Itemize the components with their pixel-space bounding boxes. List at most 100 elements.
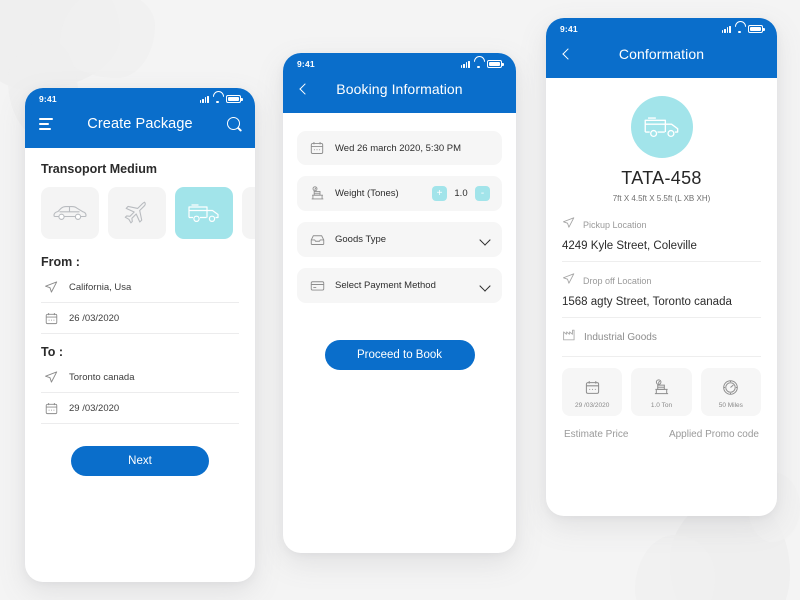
weight-scale-icon xyxy=(309,186,325,201)
battery-icon xyxy=(226,95,243,103)
location-arrow-icon xyxy=(43,280,59,294)
info-card-weight-label: 1.0 Ton xyxy=(650,402,673,409)
payment-method-row[interactable]: Select Payment Method xyxy=(297,268,502,303)
proceed-to-book-button[interactable]: Proceed to Book xyxy=(324,340,475,370)
from-location-field[interactable]: California, Usa xyxy=(41,271,239,303)
signal-icon xyxy=(460,60,470,68)
info-card-date[interactable]: 29 /03/2020 xyxy=(562,368,623,416)
back-arrow-icon[interactable] xyxy=(297,82,311,96)
signal-icon xyxy=(721,25,731,33)
screen3-body: TATA-458 7ft X 4.5ft X 5.5ft (L XB XH) P… xyxy=(546,78,777,440)
search-icon[interactable] xyxy=(227,117,241,131)
info-cards: 29 /03/2020 1.0 Ton 50 Miles xyxy=(562,368,761,416)
dropoff-location-block: Drop off Location 1568 agty Street, Toro… xyxy=(562,272,761,318)
speedometer-icon xyxy=(705,376,757,398)
screen2-body: Wed 26 march 2020, 5:30 PM Weight (Tones… xyxy=(283,113,516,370)
location-arrow-icon xyxy=(562,272,575,290)
goods-type-block: Industrial Goods xyxy=(562,328,761,357)
from-date-value: 26 /03/2020 xyxy=(69,313,120,324)
to-date-value: 29 /03/2020 xyxy=(69,403,120,414)
factory-icon xyxy=(562,328,576,347)
weight-stepper: + 1.0 - xyxy=(432,186,490,201)
payment-method-label: Select Payment Method xyxy=(335,280,436,291)
weight-label: Weight (Tones) xyxy=(335,188,399,199)
dropoff-location-label: Drop off Location xyxy=(583,276,652,286)
screen1-body: Transoport Medium From: California, Usa… xyxy=(25,148,255,476)
info-card-distance-label: 50 Miles xyxy=(718,402,743,409)
status-bar: 9:41 xyxy=(25,88,255,106)
navbar: Conformation xyxy=(546,36,777,78)
navbar: Create Package xyxy=(25,106,255,148)
status-time: 9:41 xyxy=(39,94,57,104)
goods-type-label: Goods Type xyxy=(335,234,387,245)
signal-icon xyxy=(199,95,209,103)
pickup-location-block: Pickup Location 4249 Kyle Street, Colevi… xyxy=(562,216,761,262)
goods-type-value: Industrial Goods xyxy=(584,332,657,343)
goods-type-row[interactable]: Goods Type xyxy=(297,222,502,257)
location-arrow-icon xyxy=(562,216,575,234)
info-card-weight[interactable]: 1.0 Ton xyxy=(631,368,692,416)
chevron-down-icon[interactable] xyxy=(480,235,490,245)
to-date-field[interactable]: 29 /03/2020 xyxy=(41,393,239,424)
from-date-field[interactable]: 26 /03/2020 xyxy=(41,303,239,334)
location-arrow-icon xyxy=(43,370,59,384)
next-button[interactable]: Next xyxy=(71,446,209,476)
battery-icon xyxy=(748,25,765,33)
calendar-icon xyxy=(43,312,59,325)
screen1-header: 9:41 Create Package xyxy=(25,88,255,148)
credit-card-icon xyxy=(309,278,325,293)
wifi-icon xyxy=(474,60,483,68)
phone-screen-create-package: 9:41 Create Package Transoport Medium Fr… xyxy=(25,88,255,582)
applied-promo-code-link[interactable]: Applied Promo code xyxy=(669,429,759,440)
from-label: From : xyxy=(41,255,80,269)
page-title: Create Package xyxy=(87,116,193,132)
status-bar: 9:41 xyxy=(546,18,777,36)
transport-option-car[interactable] xyxy=(41,187,99,239)
vehicle-dimensions: 7ft X 4.5ft X 5.5ft (L XB XH) xyxy=(612,194,711,203)
status-time: 9:41 xyxy=(297,59,315,69)
estimate-price-link[interactable]: Estimate Price xyxy=(564,429,628,440)
back-arrow-icon[interactable] xyxy=(560,47,574,61)
status-bar: 9:41 xyxy=(283,53,516,71)
transport-option-plane[interactable] xyxy=(108,187,166,239)
weight-increment-button[interactable]: + xyxy=(432,186,447,201)
page-title: Booking Information xyxy=(336,81,463,97)
wifi-icon xyxy=(213,95,222,103)
navbar: Booking Information xyxy=(283,71,516,113)
transport-medium-title: Transoport Medium xyxy=(41,162,157,176)
from-location-value: California, Usa xyxy=(69,281,132,293)
transport-option-extra[interactable] xyxy=(242,187,255,239)
truck-icon xyxy=(644,117,678,138)
weight-scale-icon xyxy=(635,376,687,398)
pickup-location-label: Pickup Location xyxy=(583,220,647,230)
battery-icon xyxy=(487,60,504,68)
booking-date-row[interactable]: Wed 26 march 2020, 5:30 PM xyxy=(297,131,502,165)
weight-row[interactable]: Weight (Tones) + 1.0 - xyxy=(297,176,502,211)
phone-screen-booking-information: 9:41 Booking Information Wed 26 march 20… xyxy=(283,53,516,553)
dropoff-location-value: 1568 agty Street, Toronto canada xyxy=(562,296,732,308)
info-card-distance[interactable]: 50 Miles xyxy=(700,368,761,416)
transport-options xyxy=(41,187,255,239)
calendar-icon xyxy=(566,376,618,398)
to-location-field[interactable]: Toronto canada xyxy=(41,361,239,393)
to-label: To : xyxy=(41,345,63,359)
screen2-header: 9:41 Booking Information xyxy=(283,53,516,113)
chevron-down-icon[interactable] xyxy=(480,281,490,291)
status-time: 9:41 xyxy=(560,24,578,34)
weight-decrement-button[interactable]: - xyxy=(475,186,490,201)
wifi-icon xyxy=(735,25,744,33)
hamburger-icon[interactable] xyxy=(39,118,53,130)
transport-option-truck[interactable] xyxy=(175,187,233,239)
calendar-icon xyxy=(43,402,59,415)
vehicle-avatar xyxy=(630,96,693,158)
footer-links: Estimate Price Applied Promo code xyxy=(562,429,761,440)
weight-value: 1.0 xyxy=(454,188,468,199)
vehicle-name: TATA-458 xyxy=(621,168,702,188)
screen3-header: 9:41 Conformation xyxy=(546,18,777,78)
goods-box-icon xyxy=(309,232,325,247)
booking-date-value: Wed 26 march 2020, 5:30 PM xyxy=(335,142,462,154)
page-title: Conformation xyxy=(618,46,705,62)
phone-screen-conformation: 9:41 Conformation TATA-458 7ft X 4.5ft X… xyxy=(546,18,777,516)
calendar-icon xyxy=(309,141,325,155)
info-card-date-label: 29 /03/2020 xyxy=(574,402,610,409)
